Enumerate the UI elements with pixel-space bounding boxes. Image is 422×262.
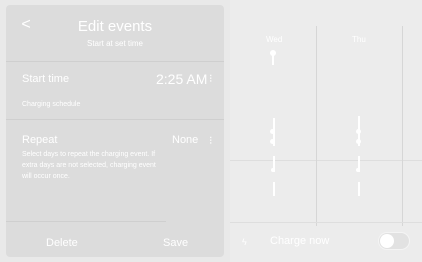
edit-events-panel: < Edit events Start at set time Start ti…	[6, 5, 224, 257]
divider	[6, 221, 166, 222]
event-track-thu	[358, 182, 360, 196]
toggle-knob	[380, 234, 394, 248]
event-track-wed	[272, 55, 274, 65]
divider	[6, 119, 224, 120]
start-time-label: Start time	[22, 73, 70, 85]
start-time-stepper-icon[interactable]: ⁝	[209, 72, 213, 85]
repeat-description-line-2: extra days are not selected, charging ev…	[22, 162, 156, 169]
day-header-wed: Wed	[266, 35, 283, 44]
schedule-divider	[230, 160, 422, 161]
day-separator	[316, 26, 317, 226]
day-separator	[402, 26, 403, 226]
event-marker-thu[interactable]	[356, 129, 361, 134]
repeat-description-line-3: will occur once.	[22, 173, 70, 180]
repeat-description-line-1: Select days to repeat the charging event…	[22, 151, 156, 158]
repeat-stepper-icon[interactable]: ⁝	[209, 134, 213, 147]
event-marker-wed[interactable]	[270, 129, 275, 134]
event-marker-wed[interactable]	[271, 168, 275, 172]
edit-events-screen: < Edit events Start at set time Start ti…	[0, 0, 422, 262]
delete-button[interactable]: Delete	[46, 237, 78, 249]
start-time-value[interactable]: 2:25 AM	[156, 71, 207, 87]
event-marker-thu[interactable]	[356, 139, 361, 144]
charge-now-label: Charge now	[270, 235, 330, 247]
save-button[interactable]: Save	[163, 237, 188, 249]
charge-now-divider	[230, 222, 422, 223]
repeat-value[interactable]: None	[172, 134, 198, 146]
page-title: Edit events	[77, 18, 153, 35]
weekly-schedule: Wed Thu	[230, 0, 422, 262]
charge-now-toggle[interactable]	[378, 232, 410, 250]
event-marker-wed[interactable]	[270, 139, 275, 144]
page-subtitle: Start at set time	[86, 39, 144, 48]
day-header-thu: Thu	[352, 35, 366, 44]
charging-schedule-caption: Charging schedule	[22, 101, 81, 108]
repeat-label: Repeat	[22, 134, 58, 146]
event-track-wed	[273, 182, 275, 196]
lightning-icon: ϟ	[242, 237, 247, 247]
divider	[6, 61, 224, 62]
event-marker-thu[interactable]	[356, 168, 360, 172]
